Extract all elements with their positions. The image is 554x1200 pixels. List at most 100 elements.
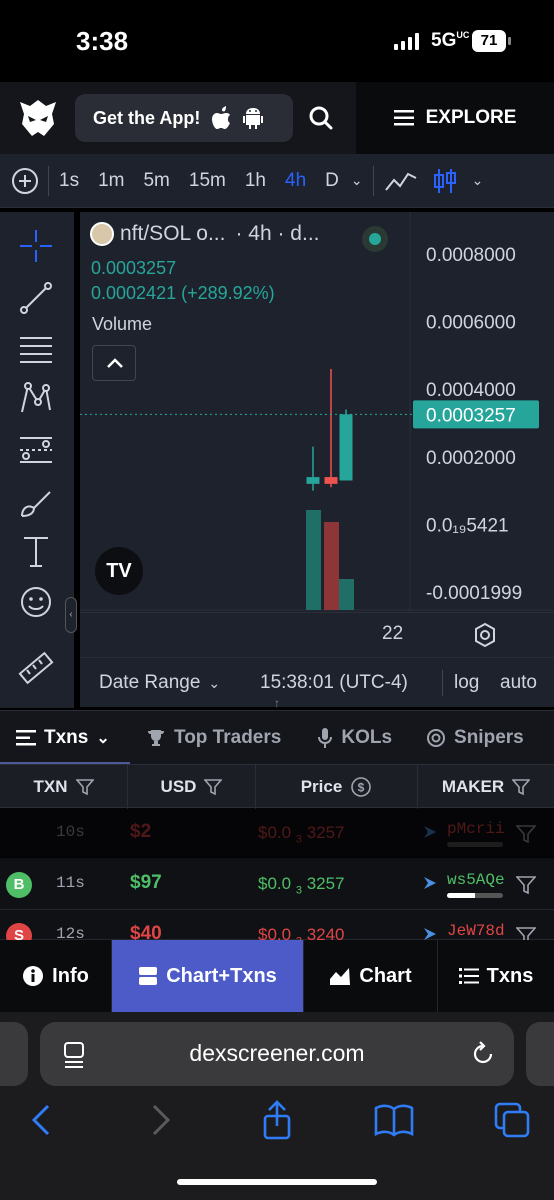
tab-top-traders-label: Top Traders xyxy=(174,726,282,748)
brush-icon[interactable] xyxy=(18,484,54,520)
tab-txns-label: Txns xyxy=(44,726,89,748)
legend-collapse-button[interactable] xyxy=(92,345,136,381)
interval-4h[interactable]: 4h xyxy=(285,170,306,192)
filter-icon[interactable] xyxy=(204,778,223,796)
date-range-button[interactable]: Date Range ⌄ xyxy=(99,672,220,694)
interval-dropdown-icon[interactable]: ⌄ xyxy=(351,172,363,189)
col-txn-label: TXN xyxy=(33,777,68,796)
interval-d[interactable]: D xyxy=(325,170,339,192)
maker-address[interactable]: JeW78d xyxy=(447,922,505,940)
chart-toolbar: 1s 1m 5m 15m 1h 4h D ⌄ ⌄ xyxy=(0,154,554,208)
get-app-button[interactable]: Get the App! xyxy=(75,94,293,142)
trend-line-icon[interactable] xyxy=(18,280,54,316)
live-indicator-icon xyxy=(362,226,388,252)
fib-lines-icon[interactable] xyxy=(18,330,54,366)
tab-snipers[interactable]: Snipers xyxy=(426,711,524,765)
dollar-toggle-icon[interactable]: $ xyxy=(350,776,372,798)
table-row[interactable]: S12s$40$0.0 3 3240JeW78d xyxy=(0,910,554,949)
maker-address[interactable]: ws5AQe xyxy=(447,871,505,889)
auto-toggle[interactable]: auto xyxy=(500,672,537,694)
tab-txns[interactable]: Txns ⌄ xyxy=(0,711,130,765)
pair-title[interactable]: nft/SOL o... xyxy=(120,222,225,246)
settings-icon[interactable] xyxy=(472,622,498,648)
search-icon[interactable] xyxy=(305,100,339,136)
tab-snipers-label: Snipers xyxy=(454,726,524,748)
forward-icon[interactable] xyxy=(140,1100,180,1140)
chart-type-dropdown-icon[interactable]: ⌄ xyxy=(472,172,484,189)
forecast-icon[interactable] xyxy=(18,432,54,468)
previous-tab-preview[interactable] xyxy=(0,1022,28,1086)
log-toggle[interactable]: log xyxy=(454,672,479,694)
reload-icon[interactable] xyxy=(470,1041,496,1067)
filter-icon[interactable] xyxy=(512,778,531,796)
signal-icon xyxy=(394,32,419,50)
tabs-icon[interactable] xyxy=(492,1100,532,1140)
table-row[interactable]: 10s $2 $0.0 3 3257 pMcrii xyxy=(0,808,554,859)
col-maker[interactable]: MAKER xyxy=(418,765,554,809)
token-icon xyxy=(90,222,114,246)
address-bar[interactable]: dexscreener.com xyxy=(40,1022,514,1086)
filter-icon[interactable] xyxy=(516,824,536,844)
pattern-icon[interactable] xyxy=(18,380,54,416)
crosshair-icon[interactable] xyxy=(18,228,54,264)
next-tab-preview[interactable] xyxy=(526,1022,554,1086)
candle-body[interactable] xyxy=(339,414,353,481)
price-axis-label: 0.0008000 xyxy=(426,245,516,266)
col-maker-label: MAKER xyxy=(441,777,505,796)
text-tool-icon[interactable] xyxy=(18,534,54,570)
candle-chart-icon[interactable] xyxy=(432,167,458,195)
filter-icon[interactable] xyxy=(75,778,94,796)
txn-usd: $2 xyxy=(130,821,152,842)
area-chart-icon xyxy=(330,968,351,985)
price-axis-label: 0.0₁₉5421 xyxy=(426,515,509,536)
add-symbol-icon[interactable] xyxy=(12,167,38,194)
price-axis-label: -0.0001999 xyxy=(426,583,522,604)
tab-kols[interactable]: KOLs xyxy=(317,711,392,765)
col-price-label: Price xyxy=(300,777,343,796)
table-row[interactable]: B 11s $97 $0.0 3 3257 ws5AQe xyxy=(0,859,554,910)
interval-5m[interactable]: 5m xyxy=(143,170,169,192)
chart-bottom-bar: Date Range ⌄ 15:38:01 (UTC-4) log auto xyxy=(80,657,554,707)
maker-address[interactable]: pMcrii xyxy=(447,820,505,838)
price-tail: 3257 xyxy=(306,874,345,893)
back-icon[interactable] xyxy=(22,1100,62,1140)
info-icon xyxy=(23,966,44,986)
interval-15m[interactable]: 15m xyxy=(189,170,226,192)
txns-table-header: TXN USD Price $ MAKER xyxy=(0,764,554,809)
nav-chart[interactable]: Chart xyxy=(304,940,438,1012)
nav-info[interactable]: Info xyxy=(0,940,112,1012)
emoji-icon[interactable] xyxy=(18,584,54,620)
share-icon[interactable] xyxy=(257,1100,297,1140)
interval-1m[interactable]: 1m xyxy=(98,170,124,192)
candle-body[interactable] xyxy=(306,477,320,484)
col-usd[interactable]: USD xyxy=(128,765,256,809)
ruler-icon[interactable] xyxy=(18,650,54,686)
legend-volume: Volume xyxy=(92,314,153,334)
nav-chart-txns-label: Chart+Txns xyxy=(166,964,277,987)
volume-bar xyxy=(324,522,339,610)
interval-suffix: · 4h · d... xyxy=(235,222,320,245)
explore-button[interactable]: EXPLORE xyxy=(356,82,554,154)
tab-kols-label: KOLs xyxy=(341,726,393,748)
nav-info-label: Info xyxy=(52,964,89,987)
dexscreener-logo-icon[interactable] xyxy=(16,96,60,140)
col-txn[interactable]: TXN xyxy=(0,765,128,809)
interval-1h[interactable]: 1h xyxy=(245,170,266,192)
nav-chart-txns[interactable]: Chart+Txns xyxy=(112,940,304,1012)
tab-top-traders[interactable]: Top Traders xyxy=(146,711,281,765)
tradingview-logo-icon[interactable]: TV xyxy=(95,547,143,595)
date-range-label: Date Range xyxy=(99,672,201,693)
collapse-toolbar-button[interactable]: ‹ xyxy=(65,597,77,633)
app-bottom-nav: Info Chart+Txns Chart Txns xyxy=(0,940,554,1012)
col-price[interactable]: Price $ xyxy=(256,765,418,809)
nav-txns[interactable]: Txns xyxy=(438,940,554,1012)
chart-clock[interactable]: 15:38:01 (UTC-4) xyxy=(260,672,408,694)
time-axis[interactable]: 22 xyxy=(80,612,554,656)
browser-chrome: dexscreener.com xyxy=(0,1012,554,1200)
line-chart-icon[interactable] xyxy=(384,168,418,194)
interval-1s[interactable]: 1s xyxy=(59,170,79,192)
bookmarks-icon[interactable] xyxy=(374,1100,414,1140)
url-text[interactable]: dexscreener.com xyxy=(40,1040,514,1067)
filter-icon[interactable] xyxy=(516,875,536,895)
candle-body[interactable] xyxy=(324,477,338,484)
